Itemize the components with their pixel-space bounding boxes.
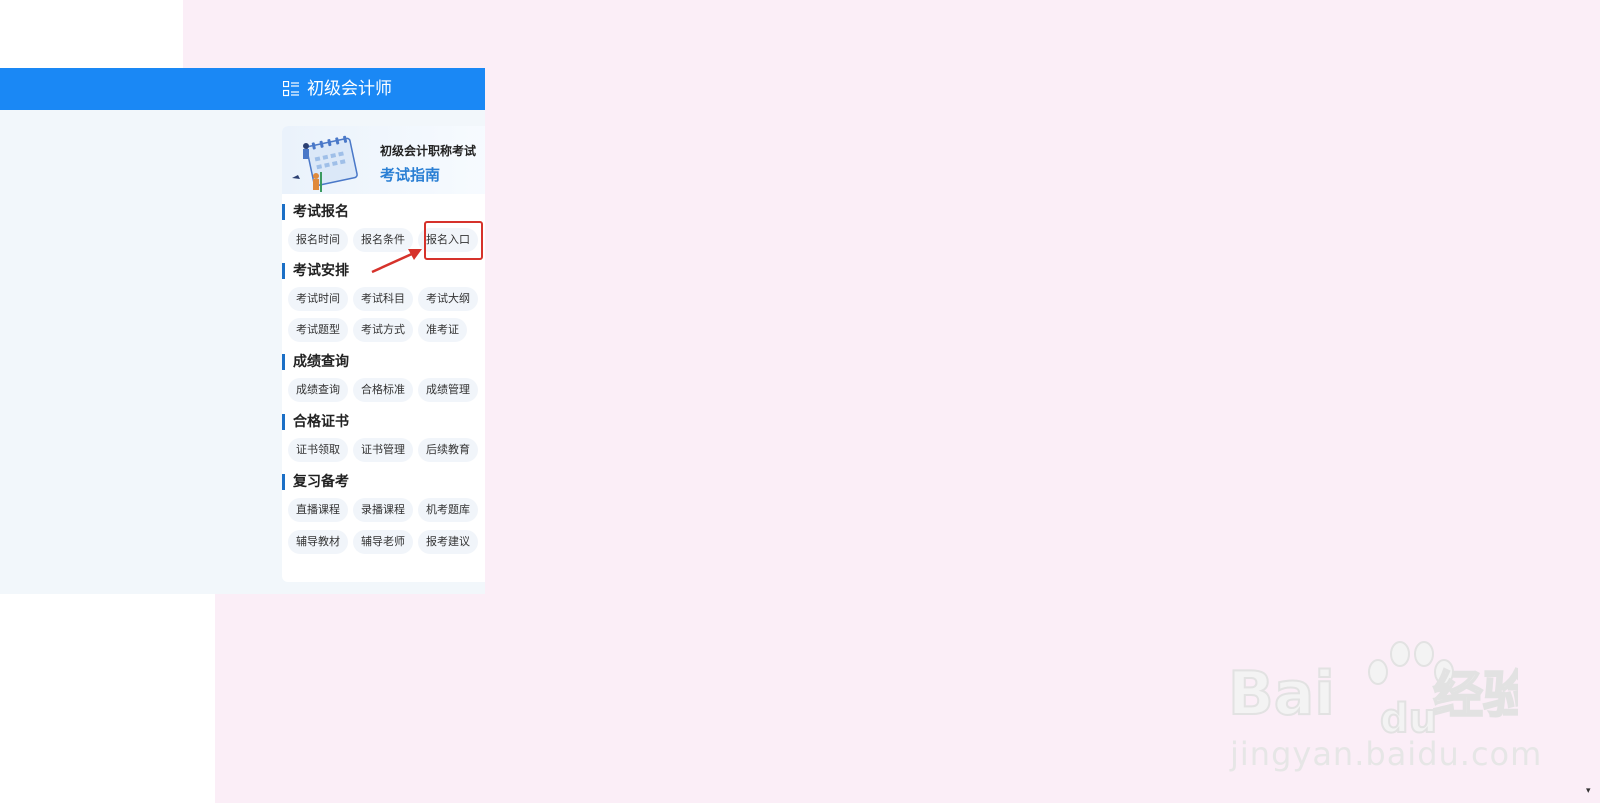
chip-live-courses[interactable]: 直播课程 (288, 498, 348, 522)
chip-admission-ticket[interactable]: 准考证 (418, 318, 467, 342)
app-panel: 初级会计师 初级会计职称考试 考试指南 考试报名 报名时间 报名条件 报名入口 … (0, 68, 485, 594)
chip-pass-standard[interactable]: 合格标准 (353, 378, 413, 402)
section-title-registration: 考试报名 (282, 203, 349, 221)
chip-score-management[interactable]: 成绩管理 (418, 378, 478, 402)
chip-exam-subjects[interactable]: 考试科目 (353, 287, 413, 311)
watermark-brand: Bai (1228, 659, 1335, 729)
watermark-cn: 经验 (1433, 666, 1518, 724)
chip-tutors[interactable]: 辅导老师 (353, 530, 413, 554)
section-title-arrangement: 考试安排 (282, 262, 349, 280)
chip-question-types[interactable]: 考试题型 (288, 318, 348, 342)
guide-banner[interactable]: 初级会计职称考试 考试指南 (282, 126, 485, 194)
chip-textbooks[interactable]: 辅导教材 (288, 530, 348, 554)
calendar-people-illustration (292, 135, 358, 192)
corner-caret-icon: ▾ (1586, 786, 1591, 796)
chip-registration-time[interactable]: 报名时间 (288, 228, 348, 252)
top-bar: 初级会计师 (0, 68, 485, 110)
banner-title: 考试指南 (380, 166, 441, 184)
chip-certificate-management[interactable]: 证书管理 (353, 438, 413, 462)
page-title: 初级会计师 (307, 79, 392, 99)
exam-guide-card: 初级会计职称考试 考试指南 考试报名 报名时间 报名条件 报名入口 考试安排 考… (282, 126, 485, 582)
section-title-certificate: 合格证书 (282, 413, 349, 431)
watermark-url: jingyan.baidu.com (1230, 735, 1543, 773)
chip-question-bank[interactable]: 机考题库 (418, 498, 478, 522)
chip-exam-method[interactable]: 考试方式 (353, 318, 413, 342)
banner-subtitle: 初级会计职称考试 (380, 144, 477, 158)
chip-score-query[interactable]: 成绩查询 (288, 378, 348, 402)
background-white (0, 590, 215, 803)
chip-registration-advice[interactable]: 报考建议 (418, 530, 478, 554)
grid-list-icon[interactable] (283, 81, 299, 97)
chip-exam-time[interactable]: 考试时间 (288, 287, 348, 311)
chip-recorded-courses[interactable]: 录播课程 (353, 498, 413, 522)
section-title-scores: 成绩查询 (282, 353, 349, 371)
red-arrow-icon (371, 249, 422, 274)
chip-exam-syllabus[interactable]: 考试大纲 (418, 287, 478, 311)
chip-certificate-collect[interactable]: 证书领取 (288, 438, 348, 462)
section-title-review: 复习备考 (282, 473, 349, 491)
highlight-box (424, 221, 483, 260)
chip-continuing-education[interactable]: 后续教育 (418, 438, 478, 462)
